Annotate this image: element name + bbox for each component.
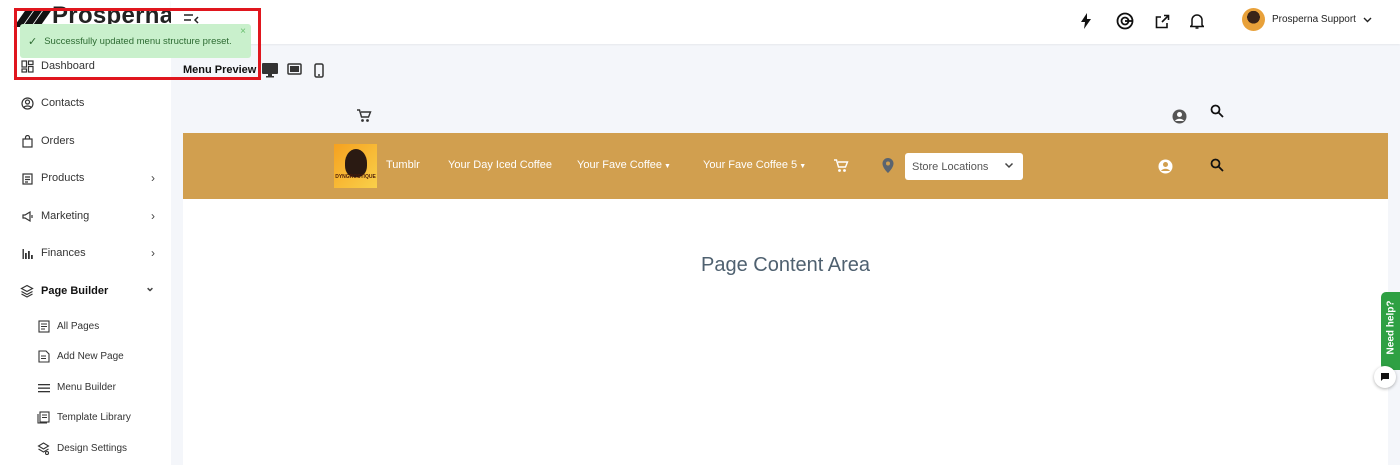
cart-icon[interactable] [834, 159, 849, 178]
add-page-icon [37, 350, 50, 363]
mobile-icon[interactable] [314, 63, 324, 78]
store-select-value: Store Locations [912, 160, 989, 173]
external-link-icon[interactable] [1152, 11, 1172, 31]
sidebar-item-label: Finances [41, 247, 86, 259]
sidebar-item-page-builder[interactable]: Page Builder ⌄ [20, 280, 155, 298]
account-icon[interactable] [1158, 159, 1173, 179]
sidebar-subitem-label: Template Library [57, 412, 131, 423]
search-icon[interactable] [1210, 158, 1224, 177]
nav-link-label: Your Fave Coffee [577, 159, 663, 171]
account-icon[interactable] [1172, 109, 1187, 129]
need-help-button[interactable]: Need help? [1381, 292, 1400, 370]
page-content-area: Page Content Area [183, 199, 1388, 465]
chat-icon [1381, 373, 1389, 381]
finances-icon [20, 246, 34, 260]
sidebar-subitem-menu-builder[interactable]: Menu Builder [37, 381, 116, 394]
sidebar-item-orders[interactable]: Orders [20, 134, 155, 148]
sidebar-subitem-template-library[interactable]: Template Library [37, 411, 131, 424]
brand-logo[interactable]: DYNGROSTIQUE [334, 144, 377, 188]
sidebar-subitem-all-pages[interactable]: All Pages [37, 320, 99, 333]
tablet-icon[interactable] [287, 63, 302, 75]
user-name: Prosperna Support [1272, 14, 1356, 25]
cart-icon[interactable] [357, 109, 372, 128]
caret-down-icon: ▼ [664, 163, 671, 170]
design-icon [37, 442, 50, 455]
preview-nav-bar: DYNGROSTIQUE Tumblr Your Day Iced Coffee… [183, 133, 1388, 199]
location-pin-icon[interactable] [882, 158, 894, 178]
caret-down-icon: ▼ [799, 163, 807, 170]
sidebar-subitem-label: Design Settings [57, 443, 128, 454]
lightning-icon[interactable] [1076, 11, 1096, 31]
sidebar-item-finances[interactable]: Finances › [20, 246, 155, 260]
sidebar-subitem-label: Add New Page [57, 351, 124, 362]
chevron-down-icon [1004, 162, 1014, 169]
sidebar-item-label: Orders [41, 135, 75, 147]
menu-preview-label: Menu Preview [183, 64, 257, 76]
menu-icon [37, 381, 50, 394]
sidebar-subitem-label: Menu Builder [57, 382, 116, 393]
chevron-right-icon: › [151, 171, 155, 185]
sidebar-subitem-design-settings[interactable]: Design Settings [37, 442, 127, 455]
target-icon[interactable] [1115, 11, 1135, 31]
sidebar-item-label: Products [41, 172, 85, 184]
user-menu[interactable]: Prosperna Support [1242, 8, 1372, 31]
preview-top-row [183, 95, 1388, 133]
chevron-down-icon [1363, 17, 1372, 22]
marketing-icon [20, 209, 34, 223]
sidebar-item-label: Page Builder [41, 285, 109, 297]
top-bar: Prosperna Support [171, 0, 1400, 44]
sidebar-item-label: Contacts [41, 97, 85, 109]
search-icon[interactable] [1210, 104, 1224, 123]
chevron-right-icon: › [151, 246, 155, 260]
chevron-right-icon: › [151, 209, 155, 223]
nav-link-label: Your Fave Coffee 5 [703, 159, 798, 171]
bell-icon[interactable] [1187, 11, 1207, 31]
all-pages-icon [37, 320, 50, 333]
contacts-icon [20, 96, 34, 110]
sidebar-item-contacts[interactable]: Contacts [20, 96, 155, 110]
nav-link-your-fave-coffee[interactable]: Your Fave Coffee ▼ [577, 159, 671, 171]
template-icon [37, 411, 50, 424]
page-builder-icon [20, 284, 34, 298]
nav-link-tumblr[interactable]: Tumblr [386, 159, 420, 171]
store-locations-select[interactable]: Store Locations [905, 153, 1023, 180]
sidebar-item-products[interactable]: Products › [20, 171, 155, 185]
orders-icon [20, 134, 34, 148]
nav-link-your-fave-coffee-5[interactable]: Your Fave Coffee 5 ▼ [703, 159, 806, 171]
chevron-down-icon: ⌄ [144, 280, 155, 294]
avatar [1242, 8, 1265, 31]
nav-link-your-day-iced-coffee[interactable]: Your Day Iced Coffee [448, 159, 552, 171]
sidebar-subitem-add-new-page[interactable]: Add New Page [37, 350, 124, 363]
chat-button[interactable] [1374, 366, 1396, 388]
sidebar-item-label: Marketing [41, 210, 90, 222]
sidebar-item-marketing[interactable]: Marketing › [20, 209, 155, 223]
sidebar-subitem-label: All Pages [57, 321, 100, 332]
desktop-icon[interactable] [262, 63, 278, 78]
need-help-label: Need help? [1385, 300, 1397, 355]
products-icon [20, 171, 34, 185]
content-area-text: Page Content Area [700, 254, 870, 276]
brand-logo-text: DYNGROSTIQUE [335, 174, 376, 180]
